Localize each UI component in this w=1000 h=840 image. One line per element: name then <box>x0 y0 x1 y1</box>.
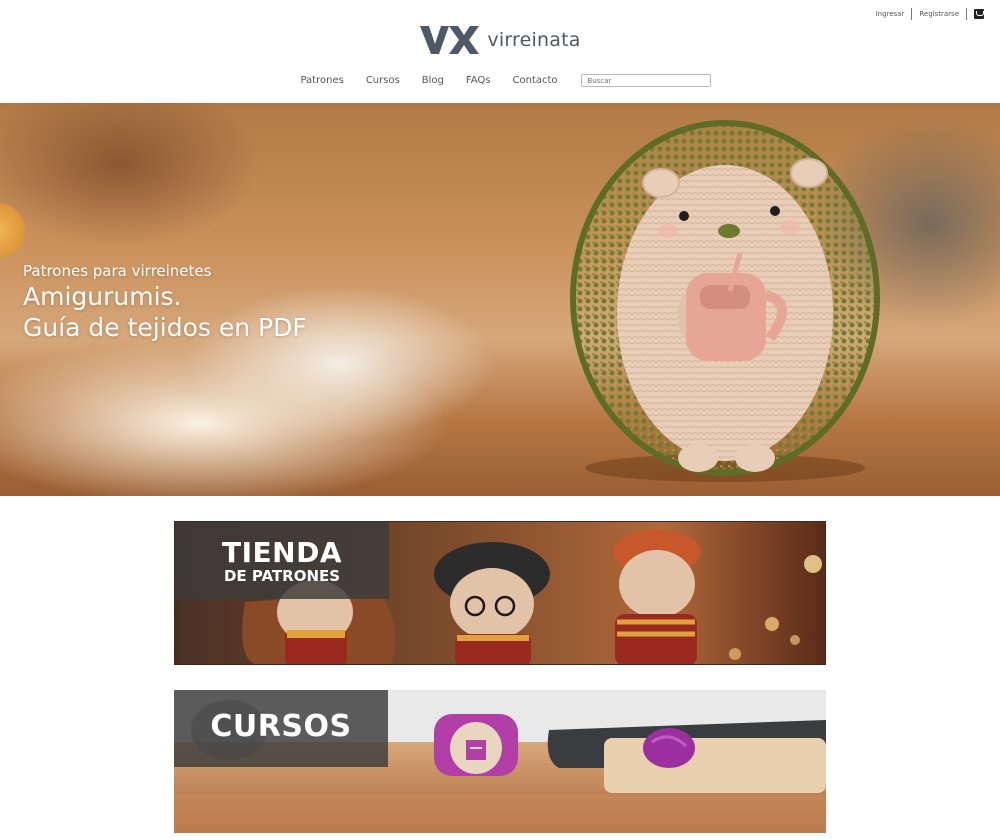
hedgehog-amigurumi-image <box>570 120 880 482</box>
hero-title-line1: Amigurumis. <box>23 282 182 311</box>
hero-text: Patrones para virreinetes Amigurumis. Gu… <box>23 262 307 342</box>
nav-item-cursos[interactable]: Cursos <box>366 75 400 86</box>
register-link[interactable]: Registrarse <box>912 10 966 18</box>
courses-banner-label: CURSOS <box>174 690 388 767</box>
search-input[interactable] <box>580 74 711 87</box>
utility-bar: Ingresar Registrarse <box>869 7 984 21</box>
bokeh-light <box>0 203 25 258</box>
nav-item-blog[interactable]: Blog <box>422 75 444 86</box>
main-nav: Patrones Cursos Blog FAQs Contacto <box>0 74 1000 87</box>
divider <box>966 8 967 20</box>
nav-item-patrones[interactable]: Patrones <box>300 75 343 86</box>
login-link[interactable]: Ingresar <box>869 10 912 18</box>
hero-subtitle: Patrones para virreinetes <box>23 262 212 280</box>
site-logo[interactable]: virreinata <box>0 24 1000 56</box>
shop-title: TIENDA <box>222 536 342 569</box>
courses-banner[interactable]: CURSOS <box>174 690 826 833</box>
hero-banner[interactable]: Patrones para virreinetes Amigurumis. Gu… <box>0 103 1000 496</box>
shop-banner-label: TIENDA DE PATRONES <box>175 522 389 599</box>
shop-banner[interactable]: TIENDA DE PATRONES <box>174 521 826 665</box>
nav-item-faqs[interactable]: FAQs <box>466 75 491 86</box>
hero-title-line2: Guía de tejidos en PDF <box>23 313 307 342</box>
vx-logo-icon <box>420 26 480 54</box>
shopping-bag-icon[interactable] <box>974 9 984 19</box>
shop-subtitle: DE PATRONES <box>223 567 341 585</box>
courses-title: CURSOS <box>210 709 352 744</box>
nav-item-contacto[interactable]: Contacto <box>513 75 558 86</box>
site-name: virreinata <box>487 29 581 51</box>
